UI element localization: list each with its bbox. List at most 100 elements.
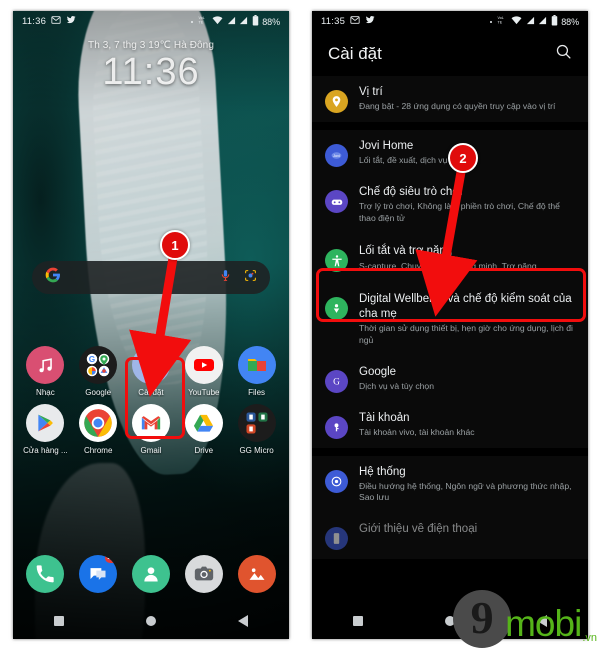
google-folder-icon: G <box>79 346 118 384</box>
item-title: Tài khoản <box>359 411 410 424</box>
item-title: Hệ thống <box>359 465 406 478</box>
account-key-icon <box>325 415 348 439</box>
list-item[interactable]: Hệ thống Điều hướng hệ thống, Ngôn ngữ v… <box>312 456 588 513</box>
item-subtitle: Đang bật - 28 ứng dụng có quyền truy cập… <box>359 101 556 112</box>
youtube-icon <box>184 346 223 384</box>
list-item-partial[interactable]: Giới thiệu về điện thoại <box>312 513 588 559</box>
page-title: Cài đặt <box>328 44 382 63</box>
left-status-bar: 11:36 VoL TE 88% <box>13 11 289 32</box>
settings-gear-icon <box>131 346 170 384</box>
signal-icon-1 <box>227 16 236 28</box>
app-row-2: Cửa hàng ... Chrome Gmail Drive GG Micro <box>13 404 289 455</box>
item-title: Jovi Home <box>359 140 414 152</box>
svg-text:VoL: VoL <box>497 16 503 20</box>
home-circle-icon[interactable] <box>430 616 470 626</box>
battery-icon <box>551 14 558 29</box>
dock-photos[interactable] <box>233 555 281 597</box>
home-app-grid: Nhạc G Google Cài đặt YouTube Files Cửa … <box>13 346 289 462</box>
files-icon <box>237 346 276 384</box>
recents-square-icon[interactable] <box>39 616 79 626</box>
dot-icon <box>489 16 493 27</box>
item-title: Lối tắt và trợ năng <box>359 245 453 258</box>
svg-text:G: G <box>89 355 95 364</box>
google-search-bar[interactable] <box>32 261 270 294</box>
gmail-icon <box>131 404 170 442</box>
music-icon <box>26 346 65 384</box>
item-title: Giới thiệu về điện thoại <box>359 522 478 535</box>
list-item[interactable]: Jovi Jovi Home Lối tắt, đề xuất, dịch vụ… <box>312 130 588 176</box>
phone-icon <box>26 555 65 593</box>
signal-icon-2 <box>239 16 248 28</box>
item-subtitle: S-capture, Chuyển động thông minh, Trợ n… <box>359 260 537 271</box>
app-label: Chrome <box>83 446 113 455</box>
group-divider <box>312 447 588 456</box>
settings-group: Hệ thống Điều hướng hệ thống, Ngôn ngữ v… <box>312 455 588 559</box>
app-gmail[interactable]: Gmail <box>127 404 175 455</box>
app-chrome[interactable]: Chrome <box>74 404 122 455</box>
dock-phone[interactable] <box>21 555 69 597</box>
twitter-icon <box>66 15 76 28</box>
jovi-icon: Jovi <box>325 144 348 167</box>
app-row-1: Nhạc G Google Cài đặt YouTube Files <box>13 346 289 397</box>
signal-icon-2 <box>538 16 547 28</box>
right-phone-screen: 11:35 VoL TE 88% Cài đặt Vị trí Đang bật… <box>312 11 588 639</box>
settings-list[interactable]: Vị trí Đang bật - 28 ứng dụng có quyền t… <box>312 76 588 639</box>
app-gg-micro[interactable]: GG Micro <box>233 404 281 455</box>
microphone-icon[interactable] <box>219 269 232 287</box>
camera-icon <box>184 555 223 593</box>
dock-messages[interactable]: 252 <box>74 555 122 597</box>
list-item-accessibility[interactable]: Lối tắt và trợ năng S-capture, Chuyển độ… <box>312 233 588 283</box>
google-g-icon <box>45 267 61 288</box>
app-cai-dat[interactable]: Cài đặt <box>127 346 175 397</box>
list-item[interactable]: G Google Dịch vụ và tùy chọn <box>312 356 588 402</box>
app-youtube[interactable]: YouTube <box>180 346 228 397</box>
list-item[interactable]: Chế độ siêu trò chơi Trợ lý trò chơi, Kh… <box>312 176 588 233</box>
google-lens-icon[interactable] <box>244 269 257 287</box>
home-dock: 252 <box>13 555 289 597</box>
item-subtitle: Dịch vụ và tùy chọn <box>359 380 434 391</box>
item-subtitle: Lối tắt, đề xuất, dịch vụ của tôi <box>359 155 476 166</box>
app-label: Cửa hàng ... <box>23 446 68 455</box>
recents-square-icon[interactable] <box>338 616 378 626</box>
app-nhac[interactable]: Nhạc <box>21 346 69 397</box>
signal-icon-1 <box>526 16 535 28</box>
list-item[interactable]: Vị trí Đang bật - 28 ứng dụng có quyền t… <box>312 76 588 122</box>
svg-text:VoL: VoL <box>198 16 204 20</box>
messages-icon: 252 <box>79 555 118 593</box>
volte-icon: VoL TE <box>497 15 508 28</box>
item-title: Google <box>359 365 397 378</box>
app-google-folder[interactable]: G Google <box>74 346 122 397</box>
back-triangle-icon[interactable] <box>223 615 263 627</box>
list-item[interactable]: Tài khoản Tài khoản vivo, tài khoản khác <box>312 402 588 448</box>
app-label: Gmail <box>140 446 162 455</box>
wallpaper-dim-overlay <box>13 11 289 639</box>
microsoft-apps-icon <box>237 404 276 442</box>
search-icon[interactable] <box>555 43 572 65</box>
widget-date-weather: Th 3, 7 thg 3 19℃ Hà Đông <box>87 40 215 51</box>
home-circle-icon[interactable] <box>131 616 171 626</box>
settings-header: Cài đặt <box>312 32 588 76</box>
back-triangle-icon[interactable] <box>522 615 562 627</box>
app-label: Drive <box>194 446 214 455</box>
message-icon <box>350 15 360 28</box>
dock-contacts[interactable] <box>127 555 175 597</box>
list-item[interactable]: Digital Wellbeing và chế độ kiểm soát củ… <box>312 283 588 355</box>
app-files[interactable]: Files <box>233 346 281 397</box>
wellbeing-icon <box>325 297 348 321</box>
gamepad-icon <box>325 190 348 213</box>
google-g-icon: G <box>325 369 348 393</box>
app-label: Google <box>85 388 112 397</box>
app-label: YouTube <box>188 388 220 397</box>
right-status-bar: 11:35 VoL TE 88% <box>312 11 588 32</box>
widget-clock: 11:36 <box>102 51 200 93</box>
app-drive[interactable]: Drive <box>180 404 228 455</box>
clock-weather-widget[interactable]: Th 3, 7 thg 3 19℃ Hà Đông 11:36 <box>13 40 289 95</box>
item-title: Chế độ siêu trò chơi <box>359 186 463 198</box>
dock-camera[interactable] <box>180 555 228 597</box>
item-title: Vị trí <box>359 86 383 98</box>
svg-text:TE: TE <box>497 21 502 25</box>
settings-group: Vị trí Đang bật - 28 ứng dụng có quyền t… <box>312 76 588 122</box>
app-play-store[interactable]: Cửa hàng ... <box>21 404 69 455</box>
app-label: Cài đặt <box>138 388 164 397</box>
location-pin-icon <box>325 90 348 113</box>
